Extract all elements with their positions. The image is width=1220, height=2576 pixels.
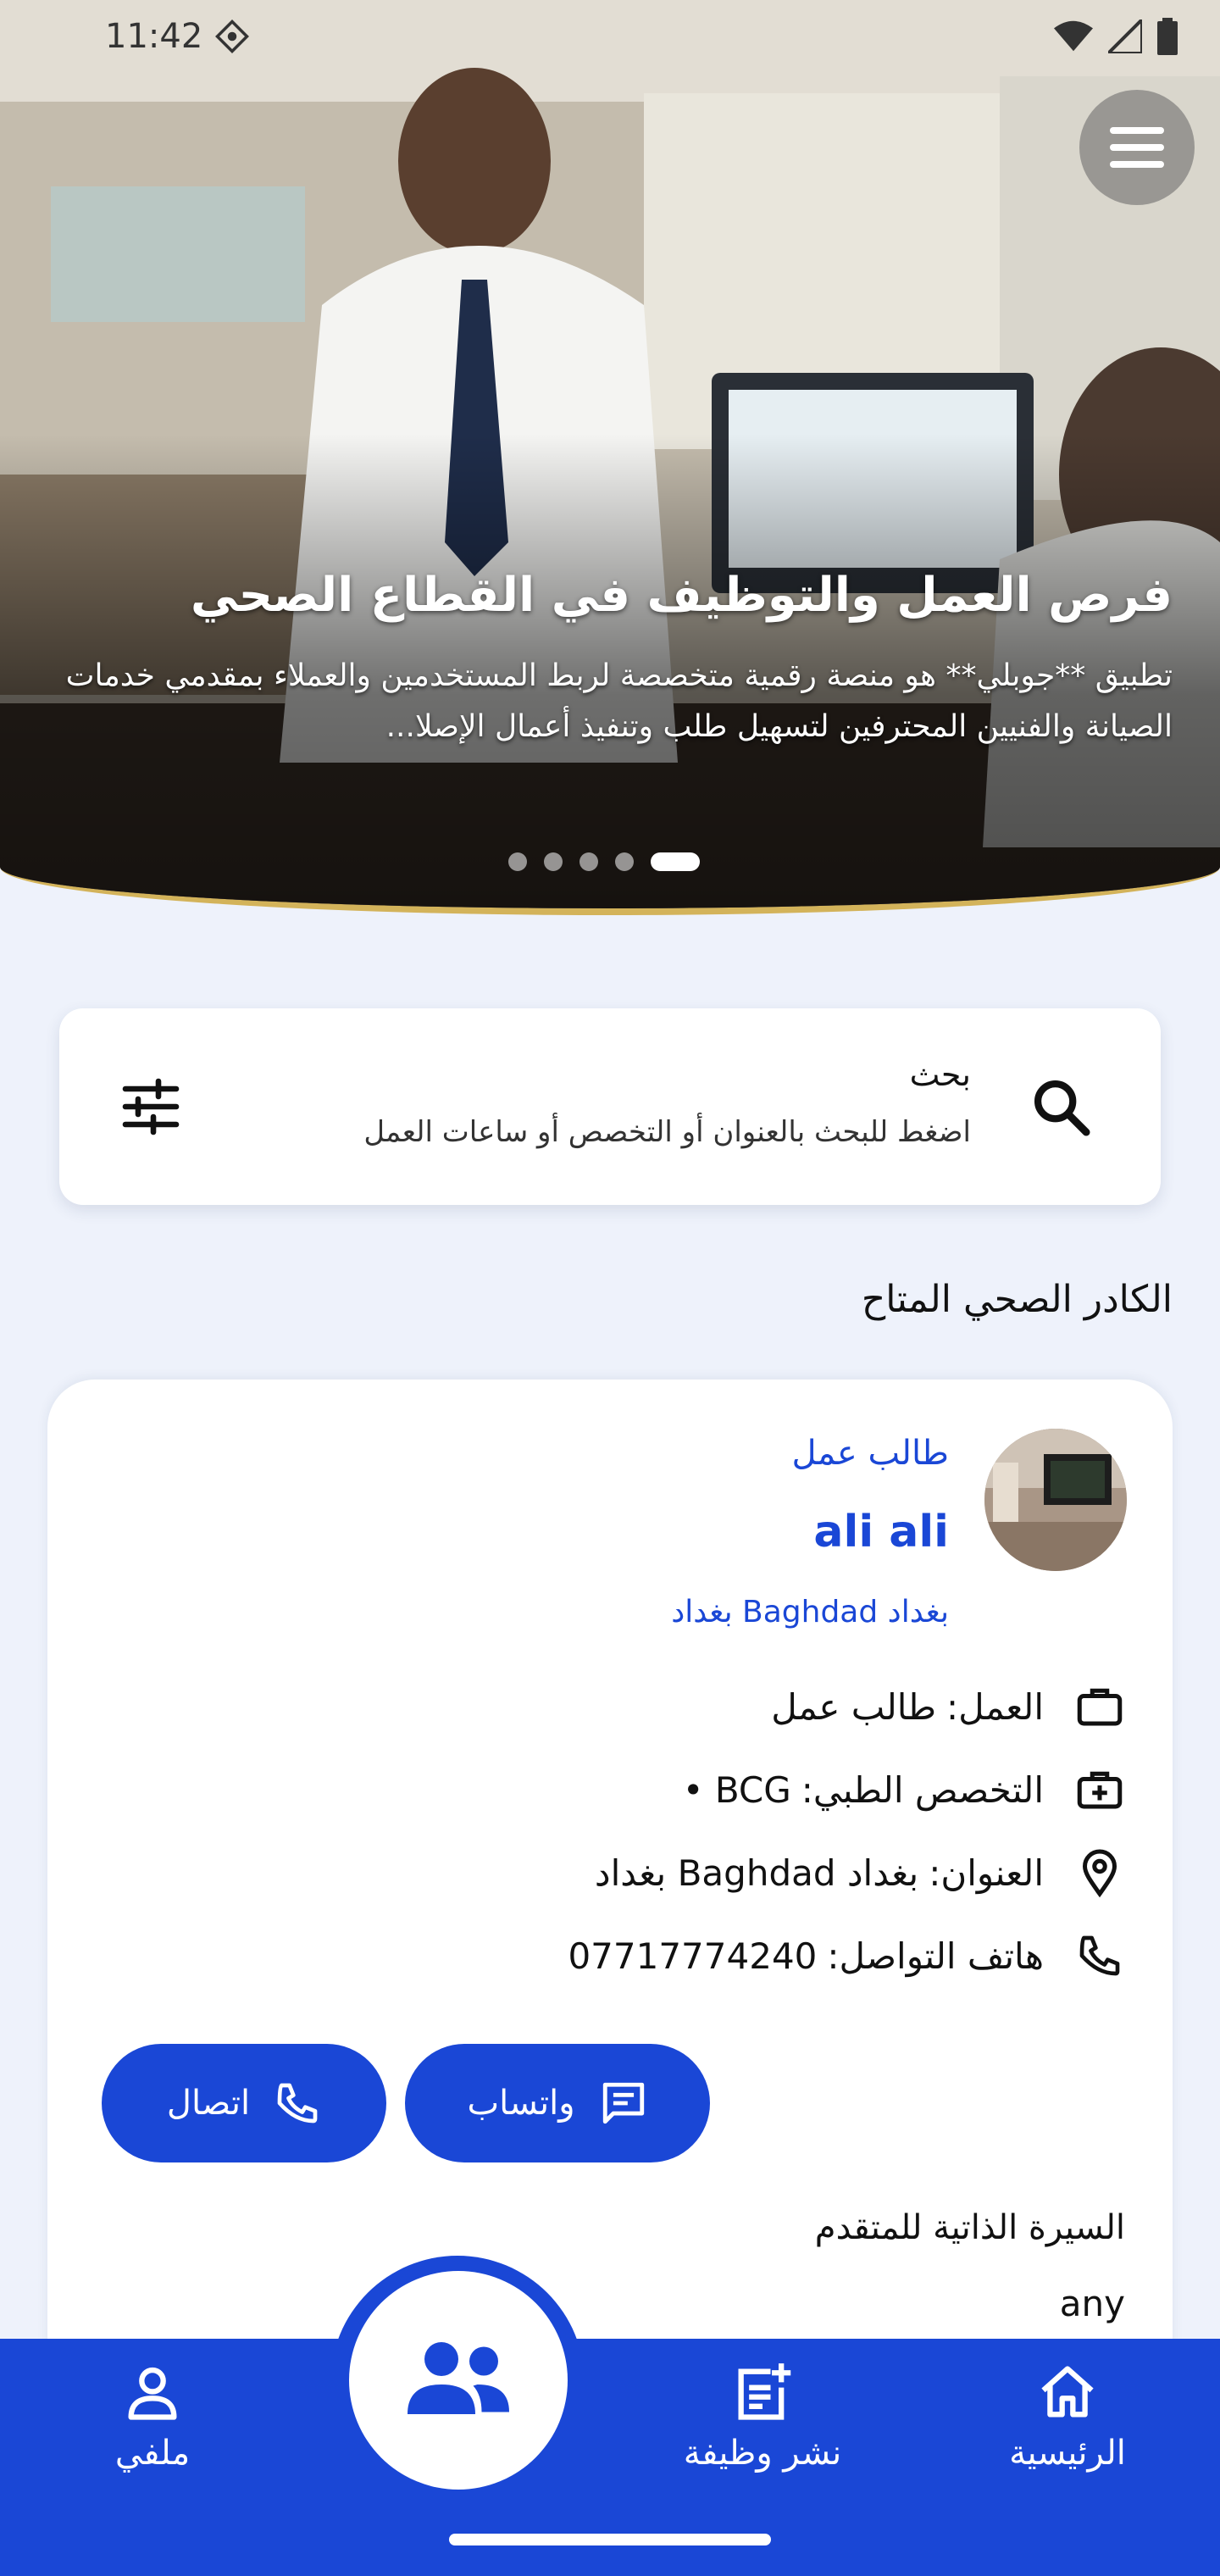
profile-city: بغداد Baghdad بغداد bbox=[671, 1595, 949, 1629]
phone-icon bbox=[1079, 1935, 1120, 1976]
carousel-dot[interactable] bbox=[580, 852, 598, 871]
carousel-dot[interactable] bbox=[508, 852, 527, 871]
search-title: بحث bbox=[909, 1056, 971, 1093]
person-icon bbox=[128, 2367, 177, 2420]
job-row: العمل: طالب عمل bbox=[771, 1676, 1127, 1737]
carousel-dot[interactable] bbox=[615, 852, 634, 871]
search-bar[interactable]: بحث اضغط للبحث بالعنوان أو التخصص أو ساع… bbox=[59, 1008, 1161, 1205]
phone-label: هاتف التواصل: bbox=[827, 1935, 1044, 1977]
home-indicator[interactable] bbox=[449, 2534, 771, 2545]
nav-home-label: الرئيسية bbox=[1009, 2434, 1126, 2473]
carousel-dots bbox=[508, 852, 700, 871]
specialty-value: BCG • bbox=[682, 1768, 791, 1811]
nav-post-job-label: نشر وظيفة bbox=[683, 2434, 842, 2473]
filter-icon[interactable] bbox=[120, 1076, 181, 1137]
hamburger-icon bbox=[1110, 127, 1164, 168]
profile-role: طالب عمل bbox=[791, 1434, 950, 1473]
group-icon bbox=[408, 2342, 509, 2414]
nav-post-job[interactable]: نشر وظيفة bbox=[652, 2361, 873, 2473]
signal-icon bbox=[1108, 19, 1142, 53]
job-value: طالب عمل bbox=[771, 1685, 937, 1728]
call-button-label: اتصال bbox=[166, 2084, 251, 2123]
cv-value: any bbox=[1059, 2283, 1125, 2324]
phone-value: 07717774240 bbox=[568, 1935, 818, 1977]
address-value: بغداد Baghdad بغداد bbox=[594, 1852, 919, 1894]
nav-home[interactable]: الرئيسية bbox=[957, 2361, 1178, 2473]
search-icon bbox=[1034, 1080, 1090, 1136]
carousel-dot[interactable] bbox=[544, 852, 563, 871]
profile-name: ali ali bbox=[813, 1507, 949, 1557]
location-pin-icon bbox=[1082, 1849, 1117, 1898]
hero-title: فرص العمل والتوظيف في القطاع الصحي bbox=[190, 568, 1173, 623]
avatar bbox=[984, 1429, 1127, 1571]
battery-icon bbox=[1157, 18, 1178, 55]
specialty-row: التخصص الطبي: BCG • bbox=[683, 1759, 1127, 1820]
address-label: العنوان: bbox=[929, 1852, 1044, 1894]
call-button[interactable]: اتصال bbox=[102, 2044, 386, 2162]
whatsapp-button-label: واتساب bbox=[467, 2084, 575, 2123]
carousel-dot-active[interactable] bbox=[651, 852, 700, 871]
job-label: العمل: bbox=[946, 1685, 1044, 1728]
message-icon bbox=[602, 2082, 644, 2124]
post-add-icon bbox=[738, 2363, 791, 2420]
whatsapp-button[interactable]: واتساب bbox=[405, 2044, 710, 2162]
address-row: العنوان: بغداد Baghdad بغداد bbox=[595, 1842, 1127, 1903]
phone-row: هاتف التواصل: 07717774240 bbox=[568, 1925, 1127, 1986]
nav-profile-label: ملفي bbox=[114, 2434, 191, 2473]
hero-description: تطبيق **جوبلي** هو منصة رقمية متخصصة لرب… bbox=[65, 658, 1173, 744]
search-hint: اضغط للبحث بالعنوان أو التخصص أو ساعات ا… bbox=[363, 1115, 971, 1149]
specialty-label: التخصص الطبي: bbox=[801, 1768, 1044, 1811]
section-title: الكادر الصحي المتاح bbox=[861, 1278, 1173, 1321]
hero-carousel[interactable] bbox=[0, 0, 1220, 915]
nav-profile[interactable]: ملفي bbox=[42, 2361, 263, 2473]
staff-fab-button[interactable] bbox=[349, 2271, 568, 2490]
wifi-icon bbox=[1054, 20, 1093, 52]
menu-button[interactable] bbox=[1079, 90, 1195, 205]
home-icon bbox=[1041, 2366, 1094, 2418]
briefcase-icon bbox=[1077, 1688, 1123, 1726]
status-bar: 11:42 bbox=[0, 0, 1220, 73]
medical-kit-icon bbox=[1077, 1771, 1123, 1809]
status-time-text: 11:42 bbox=[105, 17, 203, 56]
phone-icon bbox=[277, 2083, 318, 2124]
cv-title: السيرة الذاتية للمتقدم bbox=[814, 2208, 1125, 2247]
status-time: 11:42 bbox=[105, 17, 250, 56]
app-status-icon bbox=[215, 19, 250, 53]
